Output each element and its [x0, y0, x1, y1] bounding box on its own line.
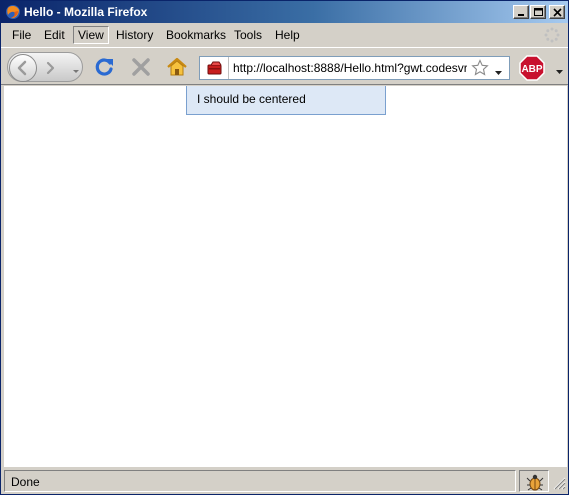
- address-divider: [228, 57, 229, 79]
- maximize-button[interactable]: [530, 5, 546, 19]
- menu-file[interactable]: File: [12, 28, 31, 42]
- menu-edit[interactable]: Edit: [44, 28, 65, 42]
- status-text-panel: Done: [4, 470, 516, 492]
- close-button[interactable]: [549, 5, 565, 19]
- firefox-logo-icon: [5, 4, 21, 20]
- back-icon: [17, 60, 27, 76]
- adblock-dropdown-icon[interactable]: [556, 65, 563, 74]
- navigation-toolbar: http://localhost:8888/Hello.html?gwt.cod…: [1, 47, 568, 85]
- forward-icon: [46, 61, 55, 75]
- page-content: I should be centered: [4, 86, 567, 467]
- address-bar[interactable]: http://localhost:8888/Hello.html?gwt.cod…: [199, 56, 510, 80]
- throbber-icon: [544, 27, 560, 43]
- menu-bar: File Edit View History Bookmarks Tools H…: [1, 24, 568, 46]
- home-icon[interactable]: [165, 55, 189, 79]
- minimize-button[interactable]: [513, 5, 529, 19]
- menu-help[interactable]: Help: [275, 28, 300, 42]
- minimize-icon: [518, 14, 524, 16]
- url-field[interactable]: http://localhost:8888/Hello.html?gwt.cod…: [233, 61, 467, 75]
- status-bar: Done: [4, 470, 567, 492]
- back-forward-group: [7, 52, 83, 82]
- window-title: Hello - Mozilla Firefox: [24, 5, 148, 19]
- status-addon-panel[interactable]: [519, 470, 549, 492]
- adblock-plus-label: ABP: [521, 64, 542, 75]
- forward-button[interactable]: [41, 59, 59, 77]
- reload-icon[interactable]: [92, 55, 116, 79]
- history-dropdown-icon[interactable]: [72, 65, 80, 73]
- menu-bookmarks[interactable]: Bookmarks: [166, 28, 226, 42]
- menu-history[interactable]: History: [116, 28, 153, 42]
- star-icon[interactable]: [471, 59, 489, 77]
- status-text: Done: [11, 475, 40, 489]
- close-icon: [553, 8, 562, 17]
- centered-popup-panel: I should be centered: [186, 86, 386, 115]
- popup-message: I should be centered: [197, 92, 306, 106]
- resize-grip-icon[interactable]: [552, 476, 566, 490]
- url-dropdown-icon[interactable]: [495, 66, 502, 75]
- gwt-toolbox-icon[interactable]: [206, 60, 224, 76]
- stop-icon[interactable]: [129, 55, 153, 79]
- menu-tools[interactable]: Tools: [234, 28, 262, 42]
- adblock-plus-icon[interactable]: ABP: [519, 55, 545, 81]
- firebug-icon[interactable]: [526, 473, 544, 491]
- maximize-icon: [534, 8, 543, 16]
- menu-view[interactable]: View: [73, 26, 109, 44]
- back-button[interactable]: [9, 54, 37, 82]
- browser-window: Hello - Mozilla Firefox File Edit View H…: [0, 0, 569, 495]
- title-bar[interactable]: Hello - Mozilla Firefox: [1, 1, 568, 23]
